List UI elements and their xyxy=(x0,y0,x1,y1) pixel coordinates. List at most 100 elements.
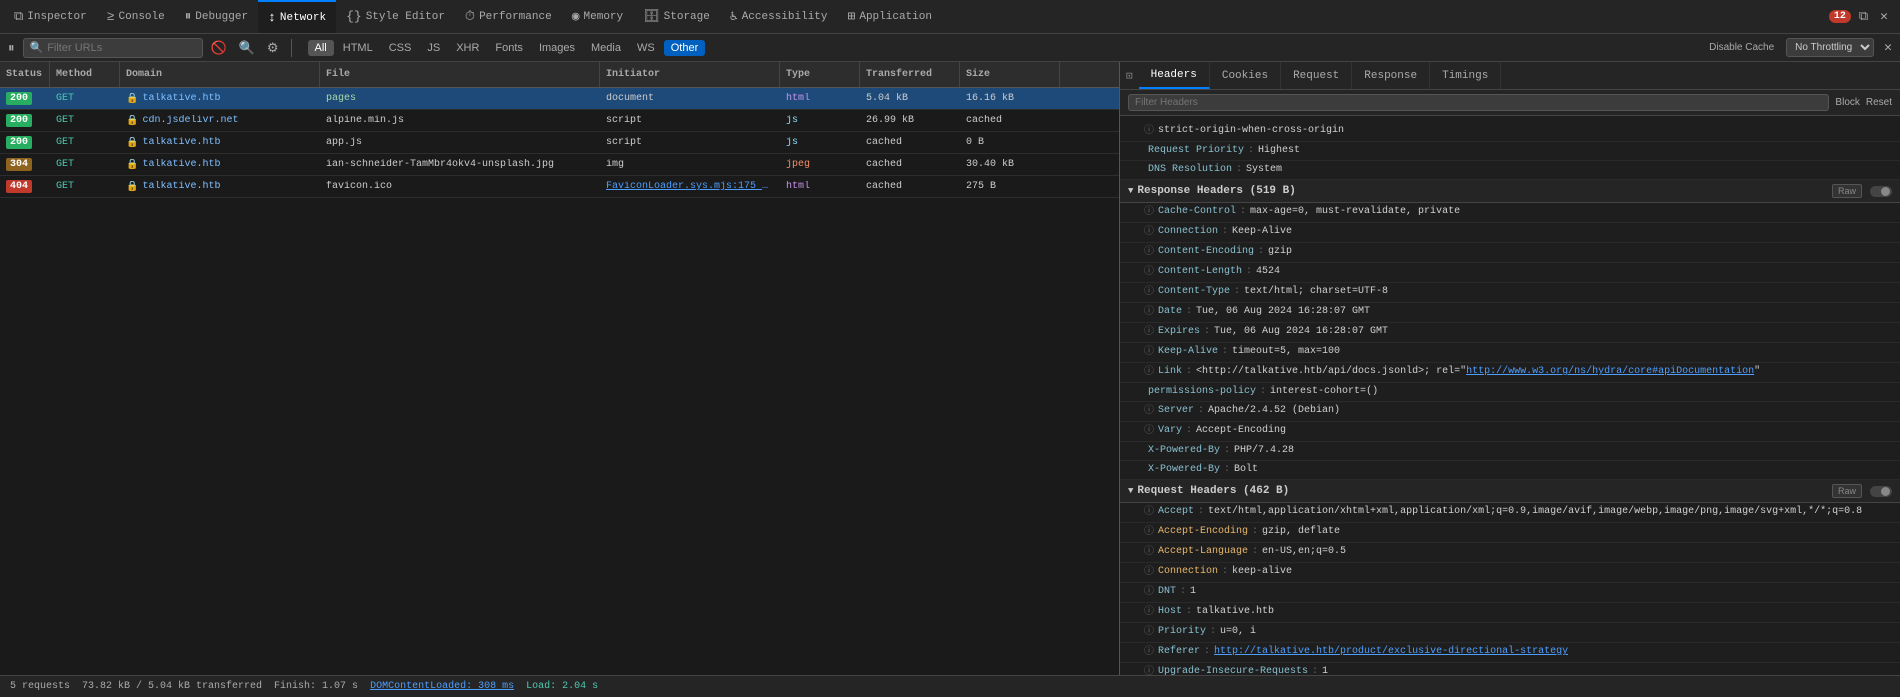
close-devtools-button[interactable]: ✕ xyxy=(1876,7,1892,26)
header-key: Upgrade-Insecure-Requests xyxy=(1158,665,1308,675)
status-cell: 200 xyxy=(0,92,50,105)
request-headers-section[interactable]: ▼ Request Headers (462 B) Raw xyxy=(1120,480,1900,503)
tab-memory-label: Memory xyxy=(584,11,624,23)
pause-recording-button[interactable]: ⏸ xyxy=(4,38,19,58)
header-value: text/html; charset=UTF-8 xyxy=(1244,285,1892,299)
header-entry: ⓘ Vary : Accept-Encoding xyxy=(1120,422,1900,442)
table-row[interactable]: 200 GET 🔒 talkative.htb pages document h… xyxy=(0,88,1119,110)
header-key: Content-Length xyxy=(1158,265,1242,279)
domain-cell: 🔒 cdn.jsdelivr.net xyxy=(120,115,320,127)
domain-cell: 🔒 talkative.htb xyxy=(120,159,320,171)
panel-expand-icon[interactable]: ⊡ xyxy=(1120,69,1139,83)
section-arrow-icon: ▼ xyxy=(1128,186,1133,196)
raw-request-button[interactable]: Raw xyxy=(1832,484,1862,498)
filter-btn-media[interactable]: Media xyxy=(584,40,628,56)
clear-requests-button[interactable]: 🚫 xyxy=(207,38,231,58)
disable-cache-button[interactable]: Disable Cache xyxy=(1703,40,1780,55)
filter-btn-other[interactable]: Other xyxy=(664,40,706,56)
dom-content-loaded[interactable]: DOMContentLoaded: 308 ms xyxy=(370,681,514,692)
help-icon: ⓘ xyxy=(1144,226,1154,240)
tab-console[interactable]: ≥ Console xyxy=(97,0,175,33)
filter-btn-xhr[interactable]: XHR xyxy=(449,40,486,56)
header-key: Accept-Encoding xyxy=(1158,525,1248,539)
status-cell: 200 xyxy=(0,136,50,149)
table-row[interactable]: 200 GET 🔒 talkative.htb app.js script js… xyxy=(0,132,1119,154)
tab-performance-label: Performance xyxy=(479,11,552,23)
transferred-cell: cached xyxy=(860,137,960,148)
col-type[interactable]: Type xyxy=(780,62,860,87)
block-button[interactable]: Block xyxy=(1835,97,1859,108)
method-cell: GET xyxy=(50,93,120,104)
col-transferred[interactable]: Transferred xyxy=(860,62,960,87)
header-sep: : xyxy=(1186,305,1192,319)
link-value[interactable]: http://www.w3.org/ns/hydra/core#apiDocum… xyxy=(1466,366,1754,377)
domain-cell: 🔒 talkative.htb xyxy=(120,137,320,149)
header-sep: : xyxy=(1198,404,1204,418)
filter-btn-css[interactable]: CSS xyxy=(382,40,419,56)
response-headers-section[interactable]: ▼ Response Headers (519 B) Raw xyxy=(1120,180,1900,203)
panel-tab-headers[interactable]: Headers xyxy=(1139,62,1210,89)
help-icon: ⓘ xyxy=(1144,425,1154,439)
load-time: Load: 2.04 s xyxy=(526,681,598,692)
filter-btn-js[interactable]: JS xyxy=(420,40,447,56)
help-icon: ⓘ xyxy=(1144,206,1154,220)
filter-url-input[interactable] xyxy=(47,42,187,54)
status-bar: 5 requests 73.82 kB / 5.04 kB transferre… xyxy=(0,675,1900,697)
tab-storage[interactable]: 🗄 Storage xyxy=(633,0,720,33)
table-row[interactable]: 304 GET 🔒 talkative.htb ian-schneider-Ta… xyxy=(0,154,1119,176)
table-row[interactable]: 404 GET 🔒 talkative.htb favicon.ico Favi… xyxy=(0,176,1119,198)
header-entry: ⓘ Accept-Language : en-US,en;q=0.5 xyxy=(1120,543,1900,563)
settings-button[interactable]: ⚙ xyxy=(263,38,283,58)
header-value: Tue, 06 Aug 2024 16:28:07 GMT xyxy=(1196,305,1892,319)
header-entry: ⓘ Referer : http://talkative.htb/product… xyxy=(1120,643,1900,663)
panel-tab-response[interactable]: Response xyxy=(1352,62,1430,89)
tab-debugger[interactable]: ⏸ Debugger xyxy=(175,0,258,33)
type-cell: html xyxy=(780,93,860,104)
col-file[interactable]: File xyxy=(320,62,600,87)
header-sep: : xyxy=(1260,385,1266,399)
file-cell: favicon.ico xyxy=(320,181,600,192)
search-button[interactable]: 🔍 xyxy=(235,38,259,58)
header-sep: : xyxy=(1222,225,1228,239)
filter-btn-fonts[interactable]: Fonts xyxy=(488,40,530,56)
tab-inspector-label: Inspector xyxy=(27,11,86,23)
filter-btn-html[interactable]: HTML xyxy=(336,40,380,56)
col-method[interactable]: Method xyxy=(50,62,120,87)
tab-inspector[interactable]: ⧉ Inspector xyxy=(4,0,97,33)
col-size[interactable]: Size xyxy=(960,62,1060,87)
header-value-link[interactable]: http://talkative.htb/product/exclusive-d… xyxy=(1214,645,1892,659)
help-icon: ⓘ xyxy=(1144,666,1154,675)
type-cell: js xyxy=(780,115,860,126)
tab-performance[interactable]: ⏱ Performance xyxy=(455,0,562,33)
panel-tab-cookies[interactable]: Cookies xyxy=(1210,62,1281,89)
tab-application[interactable]: ⊞ Application xyxy=(838,0,942,33)
reset-button[interactable]: Reset xyxy=(1866,97,1892,108)
filter-btn-images[interactable]: Images xyxy=(532,40,582,56)
file-cell: alpine.min.js xyxy=(320,115,600,126)
help-icon: ⓘ xyxy=(1144,246,1154,260)
header-entry: DNS Resolution : System xyxy=(1120,161,1900,180)
tab-memory[interactable]: ◉ Memory xyxy=(562,0,633,33)
header-value: gzip, deflate xyxy=(1262,525,1892,539)
col-status[interactable]: Status xyxy=(0,62,50,87)
headers-filter-input[interactable] xyxy=(1128,94,1829,111)
col-initiator[interactable]: Initiator xyxy=(600,62,780,87)
raw-response-button[interactable]: Raw xyxy=(1832,184,1862,198)
help-icon: ⓘ xyxy=(1144,606,1154,620)
header-key: Accept xyxy=(1158,505,1194,519)
filter-btn-all[interactable]: All xyxy=(308,40,334,56)
dock-toggle-button[interactable]: ⧉ xyxy=(1855,7,1872,26)
panel-tab-timings[interactable]: Timings xyxy=(1430,62,1501,89)
tab-network[interactable]: ↕ Network xyxy=(258,0,336,33)
close-toolbar-button[interactable]: ✕ xyxy=(1880,38,1896,57)
tab-style-editor[interactable]: {} Style Editor xyxy=(336,0,455,33)
header-entry: ⓘ Connection : keep-alive xyxy=(1120,563,1900,583)
panel-tab-request[interactable]: Request xyxy=(1281,62,1352,89)
tab-accessibility[interactable]: ♿ Accessibility xyxy=(720,0,838,33)
col-domain[interactable]: Domain xyxy=(120,62,320,87)
throttle-select[interactable]: No Throttling xyxy=(1786,38,1874,57)
header-value: en-US,en;q=0.5 xyxy=(1262,545,1892,559)
header-value: Apache/2.4.52 (Debian) xyxy=(1208,404,1892,418)
filter-btn-ws[interactable]: WS xyxy=(630,40,662,56)
table-row[interactable]: 200 GET 🔒 cdn.jsdelivr.net alpine.min.js… xyxy=(0,110,1119,132)
